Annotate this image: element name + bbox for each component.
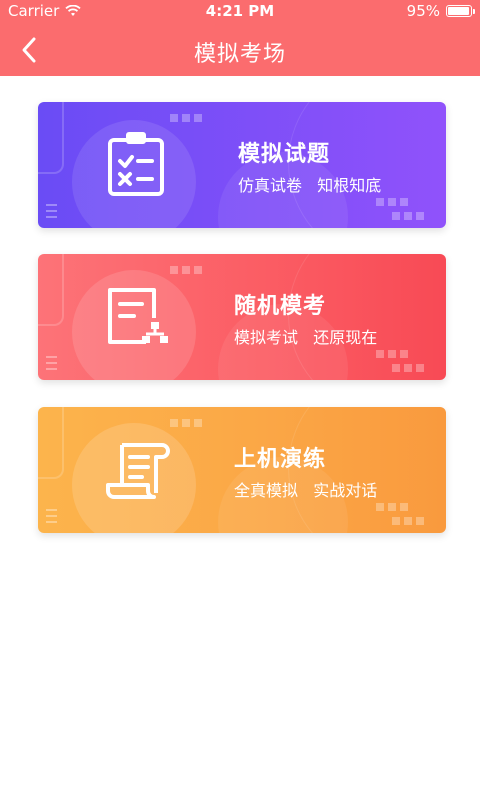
card-decor-dots	[376, 198, 408, 206]
battery-percent: 95%	[406, 2, 440, 20]
card-decor-dots	[392, 212, 424, 220]
card-decor-bracket	[38, 102, 64, 174]
card-decor-dots	[392, 364, 424, 372]
card-decor-dots	[376, 503, 408, 511]
card-decor-dots	[170, 114, 202, 122]
clipboard-checklist-icon	[108, 132, 164, 196]
card-decor-dots	[170, 266, 202, 274]
card-decor-dots	[392, 517, 424, 525]
card-decor-bracket	[38, 407, 64, 479]
card-title: 随机模考	[234, 294, 327, 319]
header-bar: Carrier 4:21 PM 95% 模拟考场	[0, 0, 480, 76]
status-bar: Carrier 4:21 PM 95%	[0, 0, 480, 24]
card-computer-practice[interactable]: 上机演练 全真模拟 实战对话	[38, 407, 446, 533]
card-decor-bracket	[38, 254, 64, 326]
card-title: 模拟试题	[238, 142, 331, 167]
card-decor-lines	[46, 204, 57, 218]
page-title: 模拟考场	[193, 42, 286, 67]
card-subtitle: 模拟考试 还原现在	[234, 328, 378, 347]
battery-level-fill	[448, 7, 469, 15]
card-mock-questions[interactable]: 模拟试题 仿真试卷 知根知底	[38, 102, 446, 228]
card-title: 上机演练	[234, 447, 327, 472]
card-decor-dots	[170, 419, 202, 427]
scroll-document-icon	[106, 443, 170, 499]
card-decor-lines	[46, 509, 57, 523]
card-decor-dots	[376, 350, 408, 358]
battery-icon	[446, 5, 475, 17]
card-subtitle: 全真模拟 实战对话	[234, 481, 378, 500]
card-random-mock-exam[interactable]: 随机模考 模拟考试 还原现在	[38, 254, 446, 380]
card-subtitle: 仿真试卷 知根知底	[238, 176, 382, 195]
document-org-chart-icon	[108, 288, 168, 344]
navigation-bar: 模拟考场	[0, 24, 480, 76]
card-decor-lines	[46, 356, 57, 370]
